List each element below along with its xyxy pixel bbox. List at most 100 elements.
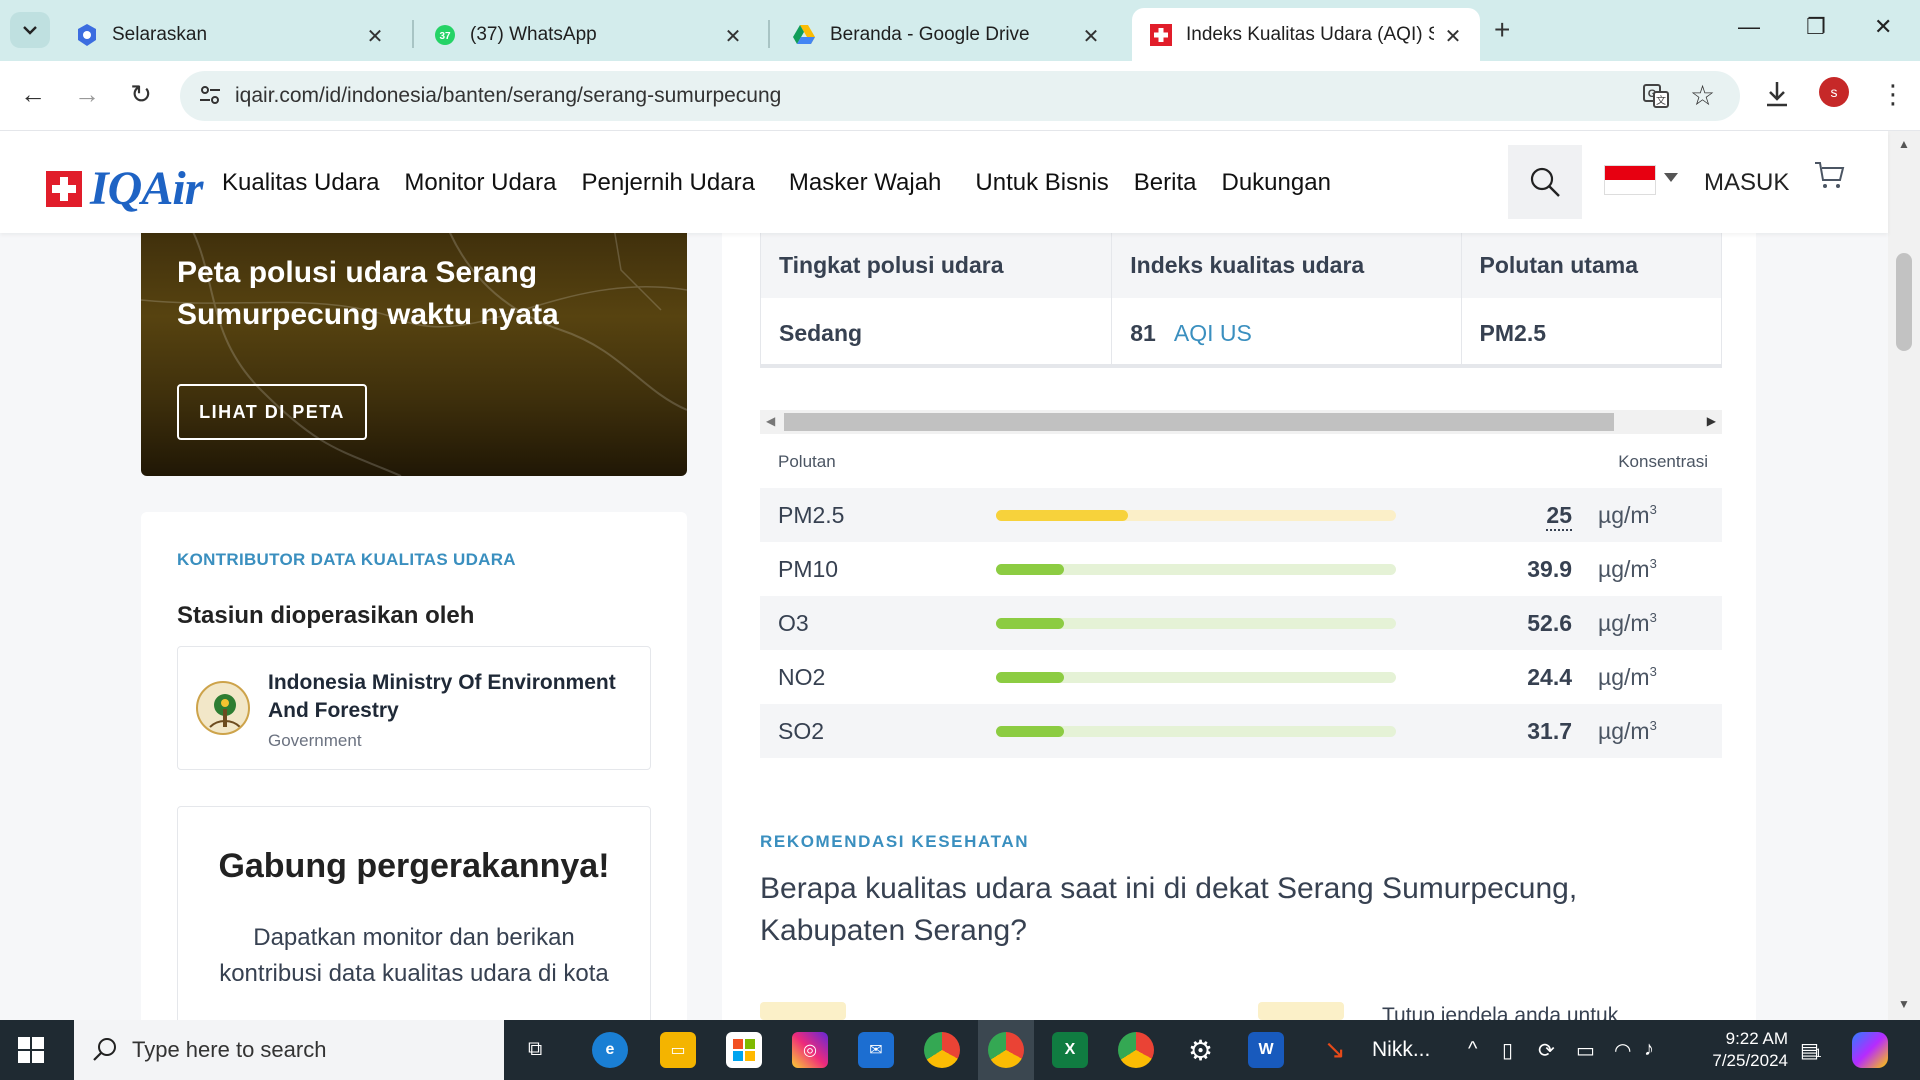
nav-dukungan[interactable]: Dukungan xyxy=(1222,169,1331,197)
site-search-button[interactable] xyxy=(1508,145,1582,219)
contributors-label: KONTRIBUTOR DATA KUALITAS UDARA xyxy=(177,550,516,569)
aqi-value-cell: 81 AQI US xyxy=(1112,298,1462,368)
indonesia-flag-icon[interactable] xyxy=(1604,165,1656,195)
header-main-pollutant: Polutan utama xyxy=(1479,251,1638,278)
word-icon[interactable]: W xyxy=(1248,1032,1284,1068)
swiss-cross-icon xyxy=(46,170,82,207)
login-link[interactable]: MASUK xyxy=(1704,169,1789,197)
scroll-right-icon[interactable]: ▶ xyxy=(1707,414,1716,428)
mail-icon[interactable]: ✉ xyxy=(858,1032,894,1068)
restore-icon[interactable]: ❐ xyxy=(1806,14,1826,40)
pollutant-name: PM10 xyxy=(778,556,839,582)
nav-penjernih-udara[interactable]: Penjernih Udara xyxy=(581,169,754,197)
back-arrow-icon[interactable]: ← xyxy=(16,79,50,110)
pollutant-concentration: 24.4 xyxy=(1527,664,1572,690)
notification-icon[interactable]: ▤1 xyxy=(1800,1038,1822,1063)
browser-toolbar: ← → ↻ iqair.com/id/indonesia/banten/sera… xyxy=(0,61,1920,131)
task-view-icon[interactable]: ⧉ xyxy=(528,1038,542,1061)
update-icon[interactable]: ⟳ xyxy=(1538,1038,1555,1063)
close-icon[interactable]: ✕ xyxy=(364,24,386,49)
window-close-icon[interactable]: ✕ xyxy=(1874,14,1892,40)
unit-text: µg/m xyxy=(1598,556,1650,582)
clock-time: 9:22 AM xyxy=(1725,1029,1788,1048)
tab-iqair[interactable]: Indeks Kualitas Udara (AQI) Seran ✕ xyxy=(1132,8,1480,61)
close-icon[interactable]: ✕ xyxy=(1080,24,1102,49)
tab-whatsapp[interactable]: 37 (37) WhatsApp ✕ xyxy=(416,8,760,61)
pollutant-row: PM10 39.9 µg/m3 xyxy=(760,542,1722,596)
contributor-org[interactable]: Indonesia Ministry Of Environment And Fo… xyxy=(177,646,651,770)
scroll-up-icon[interactable]: ▲ xyxy=(1898,137,1910,151)
close-icon[interactable]: ✕ xyxy=(1442,24,1464,49)
browser-menu-icon[interactable]: ⋮ xyxy=(1880,79,1906,110)
url-text: iqair.com/id/indonesia/banten/serang/ser… xyxy=(235,84,782,107)
pollutant-level-bar xyxy=(996,726,1396,737)
tab-search-button[interactable] xyxy=(10,12,50,48)
nav-masker-wajah[interactable]: Masker Wajah xyxy=(789,169,941,197)
new-tab-icon[interactable]: + xyxy=(1494,14,1510,46)
chrome-profile-icon[interactable] xyxy=(988,1032,1024,1068)
aqi-table-row: Sedang 81 AQI US PM2.5 xyxy=(761,298,1721,368)
taskbar-app-label[interactable]: Nikk... xyxy=(1372,1038,1430,1062)
volume-icon[interactable]: ♪ xyxy=(1644,1038,1654,1061)
join-title: Gabung pergerakannya! xyxy=(218,847,610,885)
tab-selaraskan[interactable]: Selaraskan ✕ xyxy=(58,8,402,61)
minimize-icon[interactable]: — xyxy=(1738,14,1760,40)
unit-text: µg/m xyxy=(1598,718,1650,744)
chrome-icon[interactable] xyxy=(924,1032,960,1068)
reload-icon[interactable]: ↻ xyxy=(124,79,158,110)
horizontal-scrollbar[interactable]: ◀ ▶ xyxy=(760,410,1722,434)
page-scroll-thumb[interactable] xyxy=(1896,253,1912,351)
pollutant-col-label: Polutan xyxy=(778,452,836,471)
settings-gear-icon[interactable]: ⚙ xyxy=(1188,1034,1213,1067)
chart-app-icon[interactable]: ↘ xyxy=(1324,1034,1346,1065)
pollutant-concentration: 52.6 xyxy=(1527,610,1572,636)
bookmark-star-icon[interactable]: ☆ xyxy=(1690,79,1715,112)
chrome-app-icon[interactable] xyxy=(1118,1032,1154,1068)
pollutant-name: PM2.5 xyxy=(778,502,845,528)
concentration-unit: µg/m3 xyxy=(1598,718,1657,745)
realtime-map-card: Peta polusi udara Serang Sumurpecung wak… xyxy=(141,210,687,476)
nav-kualitas-udara[interactable]: Kualitas Udara xyxy=(222,169,379,197)
forward-arrow-icon[interactable]: → xyxy=(70,79,104,110)
close-icon[interactable]: ✕ xyxy=(722,24,744,49)
concentration-col-label: Konsentrasi xyxy=(1618,452,1708,471)
contributors-subtitle: Stasiun dioperasikan oleh xyxy=(177,602,475,629)
wifi-icon[interactable]: ◠ xyxy=(1614,1038,1631,1063)
microsoft-store-icon[interactable] xyxy=(726,1032,762,1068)
translate-icon[interactable]: G文 xyxy=(1642,82,1670,115)
address-bar[interactable]: iqair.com/id/indonesia/banten/serang/ser… xyxy=(180,71,1740,121)
site-settings-icon[interactable] xyxy=(198,83,222,112)
download-icon[interactable] xyxy=(1763,79,1791,114)
view-on-map-button[interactable]: LIHAT DI PETA xyxy=(177,384,367,440)
battery-icon[interactable]: ▭ xyxy=(1576,1038,1595,1063)
chevron-up-icon[interactable]: ^ xyxy=(1468,1038,1477,1061)
unit-superscript: 3 xyxy=(1649,556,1657,571)
org-type: Government xyxy=(268,731,362,750)
copilot-icon[interactable] xyxy=(1852,1032,1888,1068)
scroll-left-icon[interactable]: ◀ xyxy=(766,414,775,428)
horizontal-scroll-thumb[interactable] xyxy=(784,413,1614,431)
pollutant-concentration[interactable]: 25 xyxy=(1546,502,1572,531)
nav-untuk-bisnis[interactable]: Untuk Bisnis xyxy=(975,169,1108,197)
meet-now-icon[interactable]: ▯ xyxy=(1502,1038,1513,1063)
caret-down-icon[interactable] xyxy=(1664,173,1678,182)
taskbar-clock[interactable]: 9:22 AM 7/25/2024 xyxy=(1680,1028,1788,1072)
file-explorer-icon[interactable]: ▭ xyxy=(660,1032,696,1068)
recommendation-icon xyxy=(760,1002,846,1020)
tab-google-drive[interactable]: Beranda - Google Drive ✕ xyxy=(774,8,1118,61)
cart-icon[interactable] xyxy=(1813,159,1845,196)
pollution-level-value: Sedang xyxy=(761,298,1113,368)
iqair-logo[interactable]: IQAir xyxy=(46,161,203,216)
edge-icon[interactable]: e xyxy=(592,1032,628,1068)
excel-icon[interactable]: X xyxy=(1052,1032,1088,1068)
nav-monitor-udara[interactable]: Monitor Udara xyxy=(404,169,556,197)
taskbar-search[interactable]: Type here to search xyxy=(74,1020,504,1080)
instagram-icon[interactable]: ◎ xyxy=(792,1032,828,1068)
header-aqi: Indeks kualitas udara xyxy=(1112,232,1462,298)
profile-avatar[interactable]: s xyxy=(1819,77,1849,107)
scroll-down-icon[interactable]: ▼ xyxy=(1898,997,1910,1011)
page-scrollbar[interactable]: ▲ ▼ xyxy=(1888,131,1920,1020)
nav-berita[interactable]: Berita xyxy=(1134,169,1197,197)
windows-start-icon[interactable] xyxy=(18,1037,44,1063)
unit-superscript: 3 xyxy=(1649,502,1657,517)
